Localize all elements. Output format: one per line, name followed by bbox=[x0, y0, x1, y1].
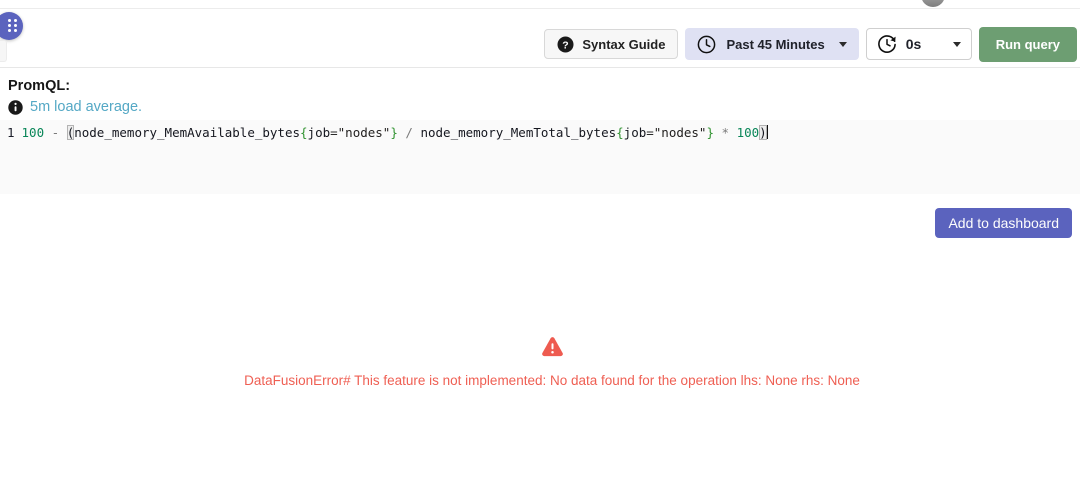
query-result-error: DataFusionError# This feature is not imp… bbox=[0, 336, 1080, 388]
code-content: 100 - (node_memory_MemAvailable_bytes{jo… bbox=[22, 124, 769, 142]
top-divider bbox=[0, 8, 1080, 9]
line-number: 1 bbox=[7, 124, 15, 142]
toolbar-divider bbox=[0, 67, 1080, 68]
panel-splitter-handle[interactable] bbox=[0, 40, 7, 62]
user-avatar[interactable] bbox=[921, 0, 945, 7]
info-circle-icon bbox=[8, 100, 23, 115]
query-hint-row: 5m load average. bbox=[8, 99, 142, 115]
query-language-label: PromQL: bbox=[8, 78, 70, 94]
svg-text:?: ? bbox=[563, 39, 569, 51]
query-page: ? Syntax Guide Past 45 Minutes 0s Run qu… bbox=[0, 0, 1080, 480]
clock-icon bbox=[697, 35, 716, 54]
chevron-down-icon bbox=[839, 42, 847, 47]
run-query-button[interactable]: Run query bbox=[979, 27, 1077, 62]
question-circle-icon: ? bbox=[557, 36, 574, 53]
refresh-interval-dropdown[interactable]: 0s bbox=[866, 28, 972, 60]
chevron-down-icon bbox=[953, 42, 961, 47]
syntax-guide-button[interactable]: ? Syntax Guide bbox=[544, 29, 678, 59]
query-hint-text: 5m load average. bbox=[30, 99, 142, 115]
promql-code-editor[interactable]: 1 100 - (node_memory_MemAvailable_bytes{… bbox=[0, 120, 1080, 194]
auto-refresh-icon bbox=[877, 34, 897, 54]
run-query-label: Run query bbox=[996, 37, 1060, 52]
error-message-text: DataFusionError# This feature is not imp… bbox=[0, 373, 1080, 388]
drag-handle-icon bbox=[8, 19, 18, 33]
syntax-guide-label: Syntax Guide bbox=[582, 37, 665, 52]
refresh-interval-label: 0s bbox=[906, 36, 922, 52]
drag-handle-button[interactable] bbox=[0, 12, 23, 40]
add-to-dashboard-button[interactable]: Add to dashboard bbox=[935, 208, 1072, 238]
add-to-dashboard-label: Add to dashboard bbox=[948, 215, 1059, 231]
time-range-label: Past 45 Minutes bbox=[726, 37, 824, 52]
warning-triangle-icon bbox=[540, 336, 565, 359]
code-line: 1 100 - (node_memory_MemAvailable_bytes{… bbox=[0, 120, 1080, 142]
text-cursor bbox=[767, 125, 769, 139]
time-range-dropdown[interactable]: Past 45 Minutes bbox=[685, 28, 858, 60]
query-toolbar: ? Syntax Guide Past 45 Minutes 0s Run qu… bbox=[544, 25, 1077, 63]
